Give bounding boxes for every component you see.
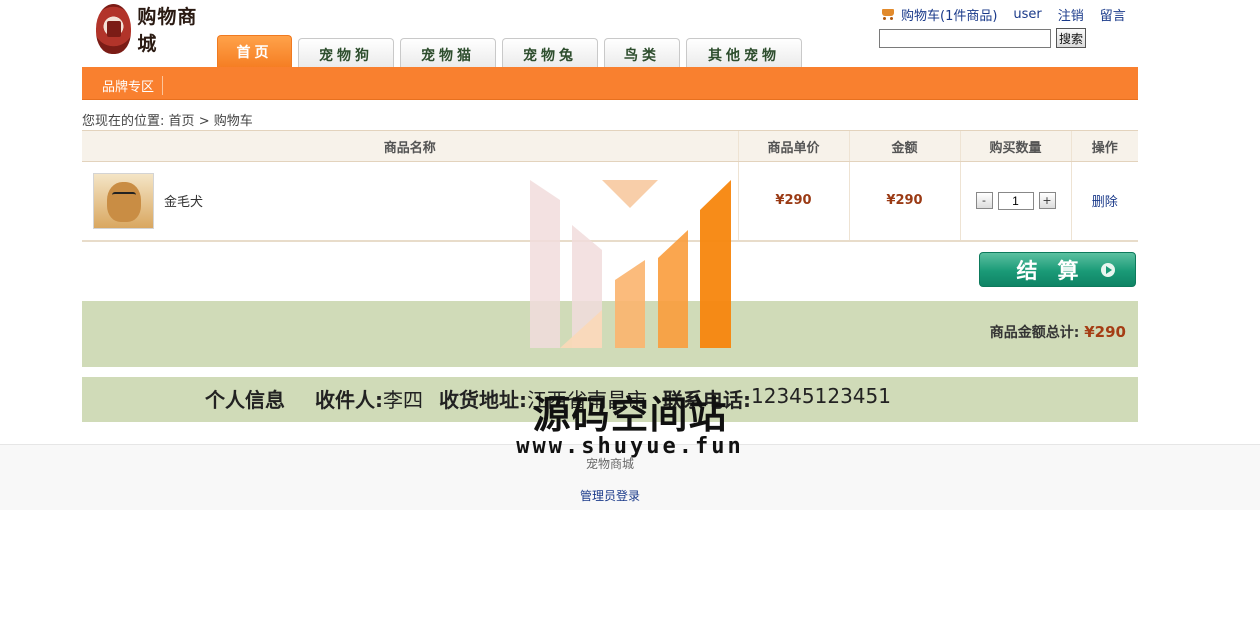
amount-cell: ¥290	[848, 161, 960, 242]
product-name[interactable]: 金毛犬	[164, 191, 203, 210]
logo-seal-icon	[96, 4, 132, 54]
phone-value: 12345123451	[751, 384, 891, 408]
column-header-action: 操作	[1070, 130, 1138, 162]
tab-other-pets[interactable]: 其他宠物	[686, 38, 802, 70]
message-link[interactable]: 留言	[1100, 5, 1126, 24]
top-links: 购物车(1件商品) user 注销 留言	[880, 5, 1126, 24]
column-header-product: 商品名称	[82, 130, 738, 162]
quantity-minus-button[interactable]: -	[975, 192, 993, 210]
quantity-plus-button[interactable]: +	[1038, 192, 1056, 210]
total-value: ¥290	[1084, 323, 1126, 341]
admin-login-link[interactable]: 管理员登录	[0, 487, 1220, 504]
unit-price: ¥290	[775, 193, 812, 209]
tab-birds[interactable]: 鸟类	[604, 38, 680, 70]
item-amount: ¥290	[886, 193, 923, 209]
breadcrumb-separator: >	[198, 114, 210, 129]
cart-link-label: 购物车(1件商品)	[901, 9, 998, 24]
quantity-input[interactable]	[997, 191, 1034, 210]
quantity-cell: - +	[959, 161, 1071, 242]
logout-link[interactable]: 注销	[1058, 5, 1084, 24]
column-header-unit-price: 商品单价	[737, 130, 849, 162]
receiver-value: 李四	[383, 388, 423, 412]
personal-info-title: 个人信息	[205, 388, 285, 412]
product-cell: 金毛犬	[82, 161, 738, 242]
total-summary: 商品金额总计: ¥290	[990, 322, 1126, 342]
shopping-cart-icon	[880, 8, 897, 21]
checkout-button[interactable]: 结算	[979, 252, 1136, 287]
table-row: 金毛犬 ¥290 ¥290 - + 删除	[82, 161, 1138, 242]
cart-link[interactable]: 购物车(1件商品)	[880, 5, 997, 24]
cart-table: 商品名称 商品单价 金额 购买数量 操作 金毛犬 ¥290 ¥290 - 1 +…	[82, 130, 1138, 242]
nav-bar: 品牌专区	[82, 67, 1138, 100]
personal-info-bar: 个人信息 收件人: 李四 收货地址: 江西省南昌市 联系电话: 12345123…	[82, 377, 1138, 422]
quantity-stepper: - +	[975, 191, 1056, 210]
search-input[interactable]	[879, 29, 1051, 48]
action-cell: 删除	[1070, 161, 1138, 242]
product-image[interactable]	[93, 172, 154, 229]
search-button[interactable]: 搜索	[1056, 28, 1086, 48]
checkout-label: 结算	[1016, 258, 1099, 283]
logo-text: 购物商城	[137, 6, 198, 55]
tab-dogs[interactable]: 宠物狗	[298, 38, 394, 70]
address-label: 收货地址:	[439, 388, 527, 412]
brand-zone-link[interactable]: 品牌专区	[102, 76, 164, 95]
breadcrumb-prefix: 您现在的位置:	[82, 114, 165, 129]
total-bar: 商品金额总计: ¥290	[82, 301, 1138, 367]
breadcrumb: 您现在的位置: 首页 > 购物车	[82, 110, 253, 129]
column-header-quantity: 购买数量	[959, 130, 1071, 162]
tab-cats[interactable]: 宠物猫	[400, 38, 496, 70]
cart-table-header: 商品名称 商品单价 金额 购买数量 操作	[82, 130, 1138, 162]
footer-brand: 宠物商城	[585, 457, 634, 471]
address-value: 江西省南昌市	[527, 388, 647, 412]
breadcrumb-current: 购物车	[213, 114, 253, 129]
column-header-amount: 金额	[848, 130, 960, 162]
total-label: 商品金额总计:	[989, 325, 1080, 341]
delete-link[interactable]: 删除	[1092, 195, 1118, 210]
category-tabs: 首页 宠物狗 宠物猫 宠物兔 鸟类 其他宠物	[217, 35, 808, 70]
tab-home[interactable]: 首页	[217, 35, 292, 68]
breadcrumb-home[interactable]: 首页	[169, 114, 195, 129]
site-logo[interactable]: 购物商城	[96, 2, 216, 56]
footer: 宠物商城 管理员登录	[0, 444, 1260, 510]
arrow-right-icon	[1101, 263, 1115, 277]
phone-label: 联系电话:	[663, 388, 751, 412]
receiver-label: 收件人:	[315, 388, 383, 412]
tab-rabbits[interactable]: 宠物兔	[502, 38, 598, 70]
unit-price-cell: ¥290	[737, 161, 849, 242]
user-link[interactable]: user	[1013, 7, 1041, 22]
